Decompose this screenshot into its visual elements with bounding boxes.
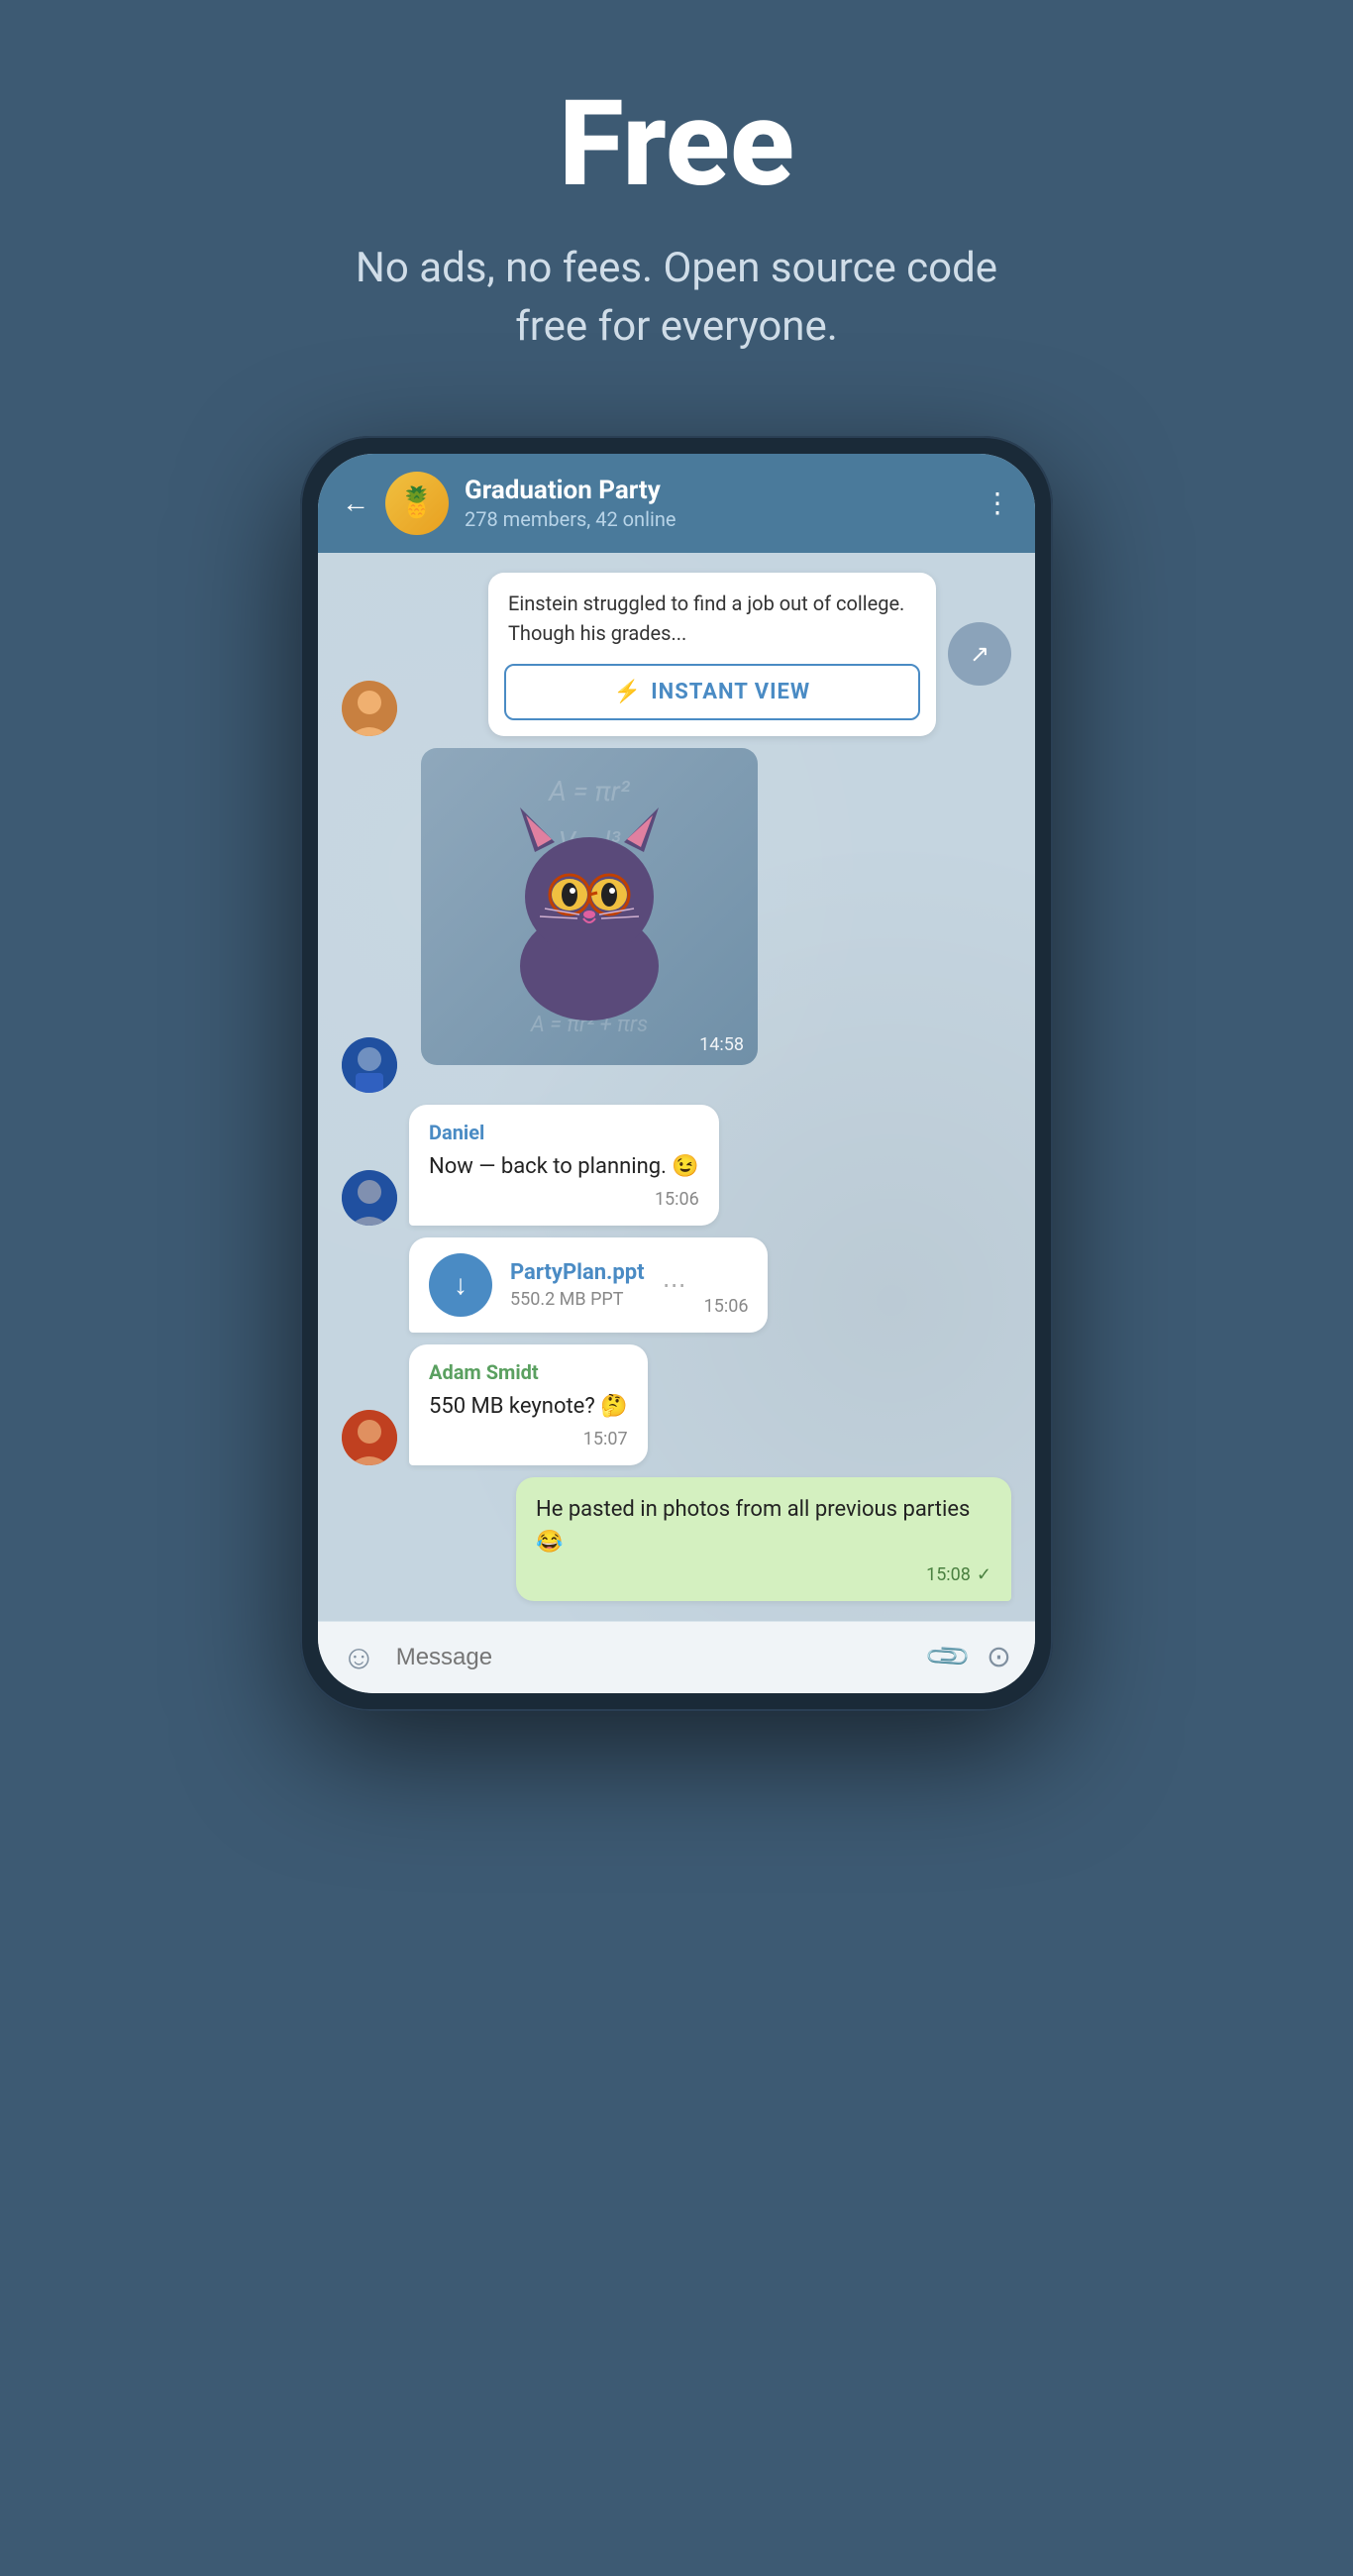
file-size: 550.2 MB PPT — [510, 1289, 645, 1310]
daniel-bubble: Daniel Now — back to planning. 😉 15:06 — [409, 1105, 719, 1226]
adam-bubble: Adam Smidt 550 MB keynote? 🤔 15:07 — [409, 1344, 648, 1465]
own-message-container: He pasted in photos from all previous pa… — [516, 1477, 1011, 1601]
chat-group-avatar: 🍍 — [385, 472, 449, 535]
sticker-message: A = πr² V = l³ P = 2πr A = πr² s = √(r² … — [421, 748, 758, 1065]
more-options-button[interactable]: ⋮ — [984, 486, 1011, 519]
article-text: Einstein struggled to find a job out of … — [488, 573, 936, 664]
file-time: 15:06 — [704, 1296, 749, 1317]
phone-screen: ← 🍍 Graduation Party 278 members, 42 onl… — [318, 454, 1035, 1693]
daniel-avatar — [342, 1170, 397, 1226]
download-icon: ↓ — [454, 1268, 468, 1301]
instant-view-button[interactable]: ⚡ INSTANT VIEW — [504, 664, 920, 720]
hero-title: Free — [559, 79, 794, 210]
daniel-meta: 15:06 — [429, 1189, 699, 1210]
cat-sticker — [490, 788, 688, 1025]
adam-name: Adam Smidt — [429, 1360, 628, 1384]
own-text: He pasted in photos from all previous pa… — [536, 1493, 991, 1558]
file-info: PartyPlan.ppt 550.2 MB PPT — [510, 1260, 645, 1310]
emoji-button[interactable]: ☺ — [342, 1638, 376, 1677]
lightning-icon: ⚡ — [614, 680, 641, 704]
sender-avatar-boy1 — [342, 1037, 397, 1093]
hero-subtitle: No ads, no fees. Open source code free f… — [330, 240, 1023, 357]
share-button[interactable]: ↗ — [948, 622, 1011, 686]
chat-header: ← 🍍 Graduation Party 278 members, 42 onl… — [318, 454, 1035, 553]
article-message-row: Einstein struggled to find a job out of … — [342, 573, 1011, 736]
adam-time: 15:07 — [583, 1429, 628, 1449]
sticker-time: 14:58 — [699, 1034, 744, 1055]
daniel-text: Now — back to planning. 😉 — [429, 1150, 699, 1183]
page-container: Free No ads, no fees. Open source code f… — [0, 0, 1353, 2576]
message-input[interactable] — [396, 1644, 910, 1671]
daniel-name: Daniel — [429, 1121, 699, 1144]
file-bubble: ↓ PartyPlan.ppt 550.2 MB PPT ⋯ 15:06 — [409, 1237, 768, 1333]
share-icon: ↗ — [970, 640, 989, 668]
chat-name: Graduation Party — [465, 476, 968, 505]
adam-message-row: Adam Smidt 550 MB keynote? 🤔 15:07 — [342, 1344, 648, 1465]
file-more-button[interactable]: ⋯ — [663, 1271, 686, 1299]
daniel-message-row: Daniel Now — back to planning. 😉 15:06 — [342, 1105, 719, 1226]
article-bubble: Einstein struggled to find a job out of … — [488, 573, 936, 736]
file-name: PartyPlan.ppt — [510, 1260, 645, 1285]
sticker-box: A = πr² V = l³ P = 2πr A = πr² s = √(r² … — [421, 748, 758, 1065]
adam-avatar — [342, 1410, 397, 1465]
own-meta: 15:08 ✓ — [536, 1564, 991, 1585]
download-button[interactable]: ↓ — [429, 1253, 492, 1317]
own-bubble: He pasted in photos from all previous pa… — [516, 1477, 1011, 1601]
file-meta: 15:06 — [704, 1296, 749, 1317]
camera-button[interactable]: ⊙ — [987, 1640, 1011, 1674]
phone-mockup: ← 🍍 Graduation Party 278 members, 42 onl… — [300, 436, 1053, 1711]
messages-area: Einstein struggled to find a job out of … — [318, 553, 1035, 1621]
attach-button[interactable]: 📎 — [923, 1632, 974, 1682]
chat-info: Graduation Party 278 members, 42 online — [465, 476, 968, 531]
daniel-time: 15:06 — [655, 1189, 699, 1210]
back-button[interactable]: ← — [342, 486, 369, 519]
chat-status: 278 members, 42 online — [465, 507, 968, 531]
own-time: 15:08 — [926, 1564, 971, 1585]
check-icon: ✓ — [977, 1564, 991, 1585]
adam-text: 550 MB keynote? 🤔 — [429, 1390, 628, 1423]
instant-view-label: INSTANT VIEW — [651, 680, 810, 704]
sender-avatar-girl — [342, 681, 397, 736]
adam-meta: 15:07 — [429, 1429, 628, 1449]
input-bar: ☺ 📎 ⊙ — [318, 1621, 1035, 1693]
file-message-row: ↓ PartyPlan.ppt 550.2 MB PPT ⋯ 15:06 — [342, 1237, 768, 1333]
